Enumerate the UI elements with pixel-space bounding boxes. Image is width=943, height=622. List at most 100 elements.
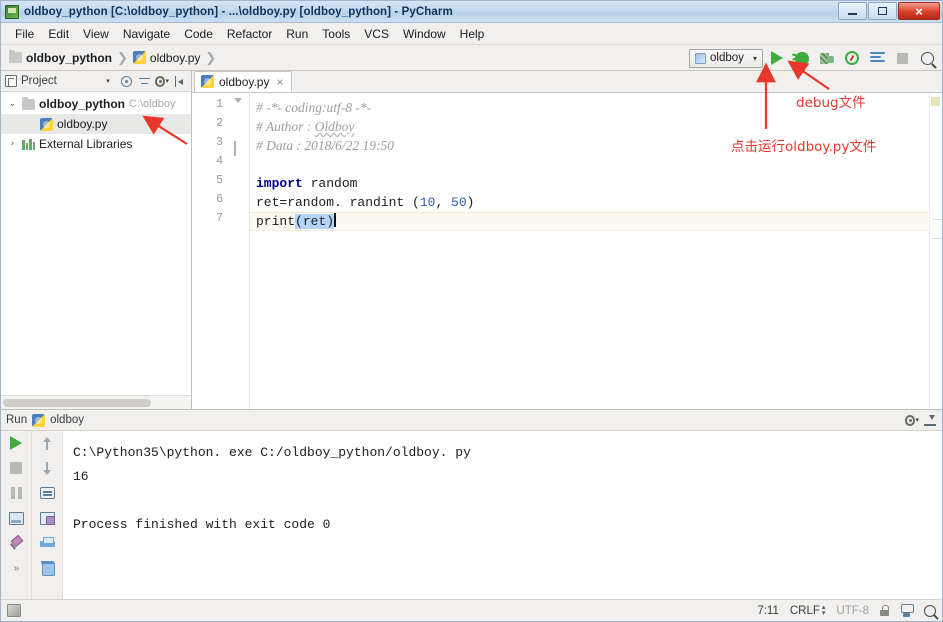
run-settings-button[interactable]: ▾	[905, 413, 919, 427]
code-line-3[interactable]: # Data : 2018/6/22 19:50	[256, 136, 394, 155]
scrollbar-thumb[interactable]	[3, 399, 151, 407]
debug-button[interactable]	[791, 47, 813, 69]
line-number: 2	[216, 117, 223, 130]
menu-item-code[interactable]: Code	[177, 25, 220, 43]
hide-run-panel-button[interactable]	[923, 413, 937, 427]
menu-item-file[interactable]: File	[8, 25, 41, 43]
breadcrumb-label: oldboy.py	[149, 50, 201, 65]
editor-gutter[interactable]: 1 2 3 4 5 6 7	[192, 93, 250, 409]
menu-item-help[interactable]: Help	[453, 25, 492, 43]
pin-tab-button[interactable]	[8, 535, 25, 551]
main-toolbar: oldboy ▾	[689, 45, 938, 71]
console-line: Process finished with exit code 0	[73, 517, 331, 532]
project-tree[interactable]: ⌄ oldboy_python C:\oldboy oldboy.py › Externa…	[1, 92, 191, 395]
search-icon[interactable]	[924, 604, 936, 617]
console-button[interactable]	[8, 510, 25, 526]
settings-gear-icon	[155, 75, 166, 87]
attach-to-process-button[interactable]	[866, 47, 888, 69]
hide-panel-icon	[174, 75, 186, 87]
run-right-toolbar	[32, 431, 63, 599]
collapse-all-button[interactable]	[137, 74, 151, 88]
clear-all-button[interactable]	[39, 560, 56, 576]
menu-item-view[interactable]: View	[76, 25, 116, 43]
tree-twisty-icon[interactable]: ›	[7, 139, 18, 149]
minimize-button[interactable]	[838, 2, 867, 20]
run-panel-body: » C:\Python35\python. exe C:/oldboy_pyth…	[1, 431, 942, 599]
scroll-from-source-button[interactable]	[119, 74, 133, 88]
code-line-7[interactable]: print(ret)	[256, 212, 336, 231]
code-content[interactable]: # -*- coding:utf-8 -*- # Author : Oldboy #…	[250, 93, 942, 409]
code-line-6[interactable]: ret=random. randint (10, 50)	[256, 193, 474, 212]
folder-icon	[9, 50, 22, 63]
menu-item-refactor[interactable]: Refactor	[220, 25, 279, 43]
project-horizontal-scrollbar[interactable]	[1, 395, 191, 409]
code-fold-marker[interactable]	[234, 141, 243, 156]
menu-item-window[interactable]: Window	[396, 25, 453, 43]
run-configuration-selector[interactable]: oldboy ▾	[689, 48, 763, 68]
tree-twisty-icon[interactable]: ⌄	[7, 99, 18, 109]
stop-square-icon	[896, 52, 908, 64]
config-icon	[695, 52, 706, 64]
tab-oldboy-py[interactable]: oldboy.py ×	[194, 71, 292, 92]
soft-wrap-button[interactable]	[39, 485, 56, 501]
menu-item-vcs[interactable]: VCS	[357, 25, 396, 43]
run-config-name-label: oldboy	[50, 414, 84, 426]
caret-position[interactable]: 7:11	[757, 605, 779, 617]
menu-item-run[interactable]: Run	[279, 25, 315, 43]
pycharm-window: oldboy_python [C:\oldboy_python] - ...\o…	[0, 0, 943, 622]
target-icon	[120, 75, 132, 87]
console-output[interactable]: C:\Python35\python. exe C:/oldboy_python…	[63, 431, 942, 599]
run-button[interactable]	[766, 47, 788, 69]
debug-bug-icon	[795, 51, 809, 65]
menu-item-navigate[interactable]: Navigate	[116, 25, 177, 43]
pause-output-button[interactable]	[8, 485, 25, 501]
print-icon	[39, 536, 55, 550]
lightbulb-icon[interactable]	[263, 196, 274, 208]
close-icon[interactable]: ×	[276, 75, 283, 89]
project-view-dropdown[interactable]: ▾	[101, 74, 115, 88]
editor-scrollbar[interactable]	[929, 93, 942, 409]
code-line-1[interactable]: # -*- coding:utf-8 -*-	[256, 98, 371, 117]
rerun-button[interactable]	[8, 435, 25, 451]
encoding-label[interactable]: UTF-8	[836, 605, 869, 617]
line-number: 4	[216, 155, 223, 168]
breadcrumb-item-file[interactable]: oldboy.py	[131, 51, 202, 65]
up-stack-trace-button[interactable]	[39, 435, 56, 451]
search-everywhere-button[interactable]	[916, 47, 938, 69]
project-settings-button[interactable]: ▾	[155, 74, 169, 88]
run-panel-title: Run	[6, 414, 28, 426]
lock-icon[interactable]	[880, 605, 889, 616]
export-button[interactable]	[39, 510, 56, 526]
branch-icon[interactable]	[900, 604, 914, 617]
stop-button[interactable]	[891, 47, 913, 69]
chevron-down-icon: ▾	[752, 53, 757, 63]
export-icon	[39, 511, 55, 525]
code-line-2[interactable]: # Author : Oldboy	[256, 117, 354, 136]
tree-item-label: External Libraries	[39, 137, 133, 151]
profile-button[interactable]	[841, 47, 863, 69]
tree-item-oldboy-python[interactable]: ⌄ oldboy_python C:\oldboy	[1, 94, 191, 114]
print-button[interactable]	[39, 535, 56, 551]
layout-toggle-icon[interactable]	[7, 604, 21, 617]
window-controls: ×	[838, 2, 940, 20]
menu-item-edit[interactable]: Edit	[41, 25, 76, 43]
tree-item-oldboy-py[interactable]: oldboy.py	[1, 114, 191, 134]
maximize-button[interactable]	[868, 2, 897, 20]
code-fold-marker[interactable]	[234, 98, 243, 117]
line-number: 3	[216, 136, 223, 149]
status-bar: 7:11 CRLF ▴ ▾ UTF-8	[1, 599, 942, 621]
tree-item-external-libraries[interactable]: › External Libraries	[1, 134, 191, 154]
close-button[interactable]: ×	[898, 2, 940, 20]
run-with-coverage-button[interactable]	[816, 47, 838, 69]
line-separator[interactable]: CRLF ▴ ▾	[790, 604, 826, 617]
menu-item-tools[interactable]: Tools	[315, 25, 357, 43]
down-stack-trace-button[interactable]	[39, 460, 56, 476]
more-button[interactable]: »	[8, 560, 25, 576]
collapse-all-icon	[138, 76, 150, 87]
stop-button[interactable]	[8, 460, 25, 476]
breadcrumb-item-project[interactable]: oldboy_python	[7, 50, 114, 65]
main-content-area: Project ▾ ▾ ⌄ oldboy_python C:\oldboy oldbo…	[1, 71, 942, 409]
code-editor[interactable]: 1 2 3 4 5 6 7 # -*- coding:utf-8 -*- # Author :…	[192, 93, 942, 409]
code-line-5[interactable]: import random	[256, 174, 357, 193]
hide-project-panel-button[interactable]	[173, 74, 187, 88]
